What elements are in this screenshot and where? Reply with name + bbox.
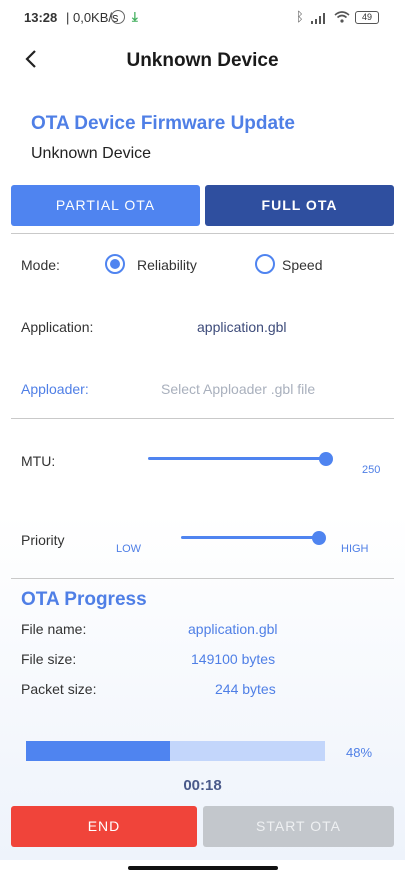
divider [11,578,394,579]
slider-track [148,457,326,460]
packet-size-label: Packet size: [21,681,97,697]
file-name-label: File name: [21,621,87,637]
divider [11,418,394,419]
slider-track [181,536,319,539]
file-size-label: File size: [21,651,77,667]
tab-full-ota[interactable]: FULL OTA [205,185,394,226]
priority-slider[interactable] [181,531,326,545]
tab-partial-ota[interactable]: PARTIAL OTA [11,185,200,226]
elapsed-time: 00:18 [183,777,222,794]
progress-percent: 48% [346,745,373,760]
priority-low-label: LOW [116,543,142,555]
signal-icon [311,13,325,24]
mode-label: Mode: [21,257,60,273]
page-title: Unknown Device [126,50,279,71]
radio-checked-icon [105,254,125,274]
home-indicator [128,866,278,870]
file-name-value: application.gbl [188,621,278,637]
slider-thumb[interactable] [319,452,333,466]
alarm-icon [111,10,125,24]
mtu-slider[interactable] [148,452,333,466]
mode-option-reliability[interactable]: Reliability [105,254,215,276]
priority-high-label: HIGH [341,543,369,555]
priority-label: Priority [21,532,65,548]
apploader-label: Apploader: [21,381,89,397]
section-title: OTA Device Firmware Update [31,113,295,134]
mode-option-label: Speed [282,257,323,273]
divider [11,233,394,234]
progress-bar [26,741,325,761]
device-name: Unknown Device [31,145,152,162]
bluetooth-icon: ᛒ [296,9,304,24]
progress-title: OTA Progress [21,589,147,610]
packet-size-value: 244 bytes [215,681,276,697]
wifi-icon [334,11,350,23]
application-label: Application: [21,319,94,335]
progress-bar-fill [26,741,170,761]
radio-unchecked-icon [255,254,275,274]
mode-option-label: Reliability [137,257,197,273]
battery-icon: 49 [355,11,379,24]
mode-option-speed[interactable]: Speed [255,254,335,276]
start-ota-button[interactable]: START OTA [203,806,394,847]
end-button[interactable]: END [11,806,197,847]
application-value[interactable]: application.gbl [197,319,287,335]
apploader-file-picker[interactable]: Select Apploader .gbl file [161,381,315,397]
download-icon: ⤓ [132,9,138,24]
mtu-label: MTU: [21,453,56,469]
status-time: 13:28 [24,10,58,25]
mtu-value: 250 [362,464,381,476]
file-size-value: 149100 bytes [191,651,276,667]
slider-thumb[interactable] [312,531,326,545]
